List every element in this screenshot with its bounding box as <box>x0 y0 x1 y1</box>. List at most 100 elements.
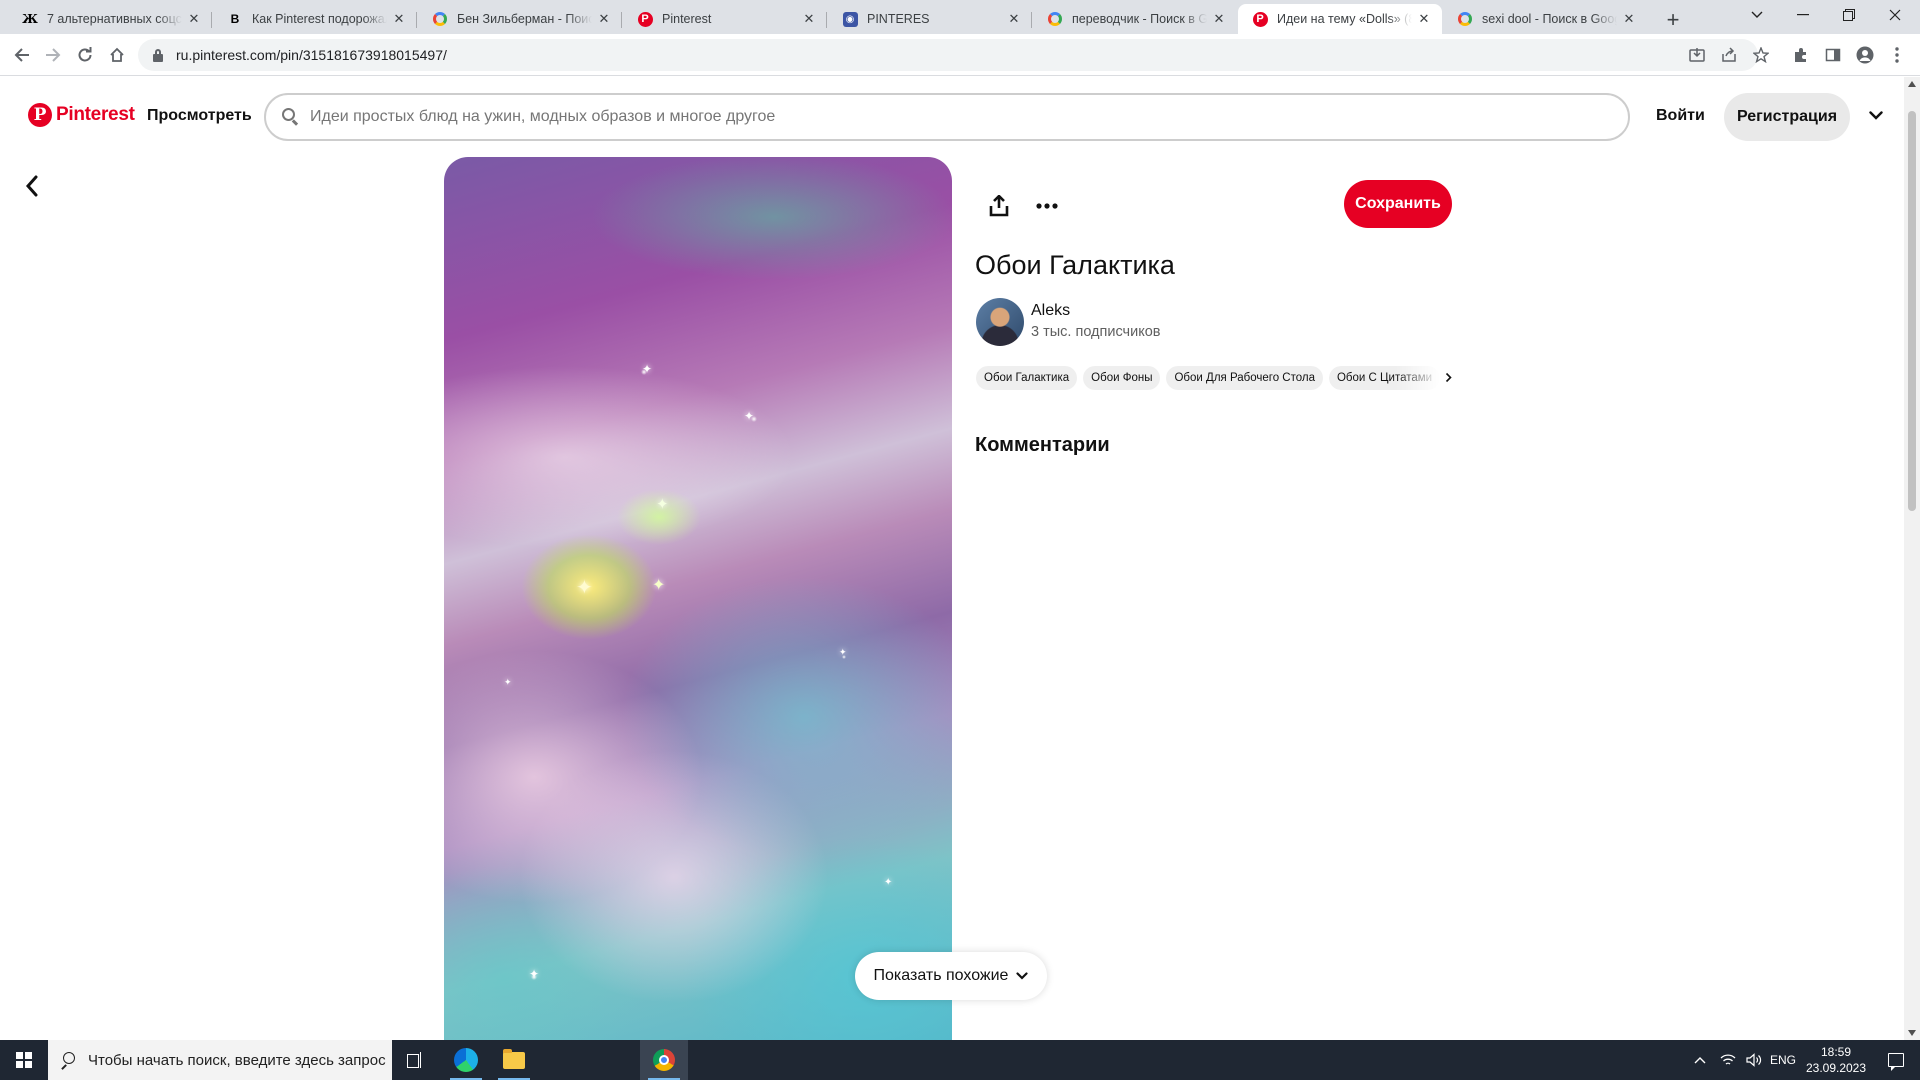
tab-separator <box>1031 12 1032 28</box>
address-bar[interactable]: ru.pinterest.com/pin/315181673918015497/ <box>138 39 1758 71</box>
browser-tab[interactable]: переводчик - Поиск в Google ✕ <box>1033 4 1237 34</box>
pin-title: Обои Галактика <box>975 250 1175 280</box>
scroll-up-arrow-icon[interactable] <box>1908 81 1916 87</box>
show-similar-button[interactable]: Показать похожие <box>855 952 1047 1000</box>
tag-chip[interactable]: Обои Фоны <box>1083 366 1161 390</box>
tab-separator <box>826 12 827 28</box>
extensions-puzzle-icon[interactable] <box>1790 44 1812 66</box>
windows-taskbar: Чтобы начать поиск, введите здесь запрос… <box>0 1040 1920 1080</box>
network-wifi-icon[interactable] <box>1720 1040 1736 1080</box>
back-chevron-icon[interactable] <box>18 172 46 200</box>
close-icon[interactable]: ✕ <box>801 11 817 27</box>
star-sparkle: ✦ <box>529 967 540 981</box>
windows-start-icon[interactable] <box>0 1040 48 1080</box>
close-icon[interactable]: ✕ <box>1621 11 1637 27</box>
new-tab-plus-icon[interactable]: + <box>1660 7 1686 33</box>
forward-arrow-icon[interactable] <box>40 42 66 68</box>
search-input[interactable] <box>310 108 1628 126</box>
scrollbar-thumb[interactable] <box>1908 111 1916 511</box>
follower-count: 3 тыс. подписчиков <box>1031 324 1161 340</box>
tab-title: Идеи на тему «Dolls» (81) <box>1277 12 1412 26</box>
tag-chip[interactable]: Обои Для Рабочего Стола <box>1166 366 1323 390</box>
signup-button[interactable]: Регистрация <box>1724 93 1850 141</box>
clock-time: 18:59 <box>1820 1045 1852 1059</box>
pinterest-header: P Pinterest Просмотреть Войти Регистраци… <box>0 77 1904 157</box>
restore-icon[interactable] <box>1826 0 1872 30</box>
close-icon[interactable]: ✕ <box>391 11 407 27</box>
reload-icon[interactable] <box>72 42 98 68</box>
side-panel-icon[interactable] <box>1822 44 1844 66</box>
close-icon[interactable]: ✕ <box>186 11 202 27</box>
tag-chip[interactable]: Обои С Цитатами <box>1328 366 1441 390</box>
browser-tab[interactable]: P Pinterest ✕ <box>623 4 827 34</box>
chevron-right-icon[interactable] <box>1440 367 1456 387</box>
logo-text: Pinterest <box>56 104 135 125</box>
pinterest-icon: P <box>1252 11 1268 27</box>
pin-image[interactable]: ✦ ✦ ✦ ✦ ✦ ✦ ✦ ✦ ✦ <box>444 157 952 1040</box>
avatar[interactable] <box>976 298 1024 346</box>
tab-title: PINTERES <box>867 12 930 26</box>
tab-search-chevron-icon[interactable] <box>1734 0 1780 30</box>
taskbar-search-box[interactable]: Чтобы начать поиск, введите здесь запрос <box>48 1040 392 1080</box>
login-button[interactable]: Войти <box>1656 107 1705 125</box>
show-hidden-icons-chevron-icon[interactable] <box>1694 1040 1706 1080</box>
star-sparkle: ✦ <box>652 577 666 594</box>
author-name[interactable]: Aleks <box>1031 302 1070 320</box>
notification-center-icon[interactable] <box>1872 1040 1920 1080</box>
comments-heading: Комментарии <box>975 434 1110 456</box>
pinterest-logo-icon: P <box>28 103 52 127</box>
close-icon[interactable]: ✕ <box>1416 11 1432 27</box>
file-explorer-icon[interactable] <box>490 1040 538 1080</box>
address-url[interactable]: ru.pinterest.com/pin/315181673918015497/ <box>176 47 447 63</box>
page-scrollbar[interactable] <box>1904 77 1920 1040</box>
input-language-indicator[interactable]: ENG <box>1770 1040 1796 1080</box>
chrome-browser-icon[interactable] <box>640 1040 688 1080</box>
profile-avatar-icon[interactable] <box>1854 44 1876 66</box>
search-icon <box>282 108 300 126</box>
browser-tab[interactable]: ◉ PINTERES ✕ <box>828 4 1032 34</box>
minimize-icon[interactable] <box>1780 0 1826 30</box>
browser-tab[interactable]: B Как Pinterest подорожал ✕ <box>213 4 417 34</box>
more-options-icon[interactable] <box>1030 189 1064 223</box>
edge-browser-icon[interactable] <box>442 1040 490 1080</box>
browser-menu-kebab-icon[interactable] <box>1886 44 1908 66</box>
browser-tab[interactable]: Бен Зильберман - Поиск в Google ✕ <box>418 4 622 34</box>
tab-title: Pinterest <box>662 12 712 26</box>
close-window-icon[interactable] <box>1872 0 1918 30</box>
close-icon[interactable]: ✕ <box>596 11 612 27</box>
star-sparkle: ✦ <box>839 647 847 657</box>
browser-tab-active[interactable]: P Идеи на тему «Dolls» (81) ✕ <box>1238 4 1442 34</box>
explore-link[interactable]: Просмотреть <box>147 107 252 125</box>
task-view-icon[interactable] <box>392 1040 440 1080</box>
tab-separator <box>416 12 417 28</box>
lock-icon[interactable] <box>152 48 164 62</box>
close-icon[interactable]: ✕ <box>1006 11 1022 27</box>
home-icon[interactable] <box>104 42 130 68</box>
show-similar-label: Показать похожие <box>873 967 1009 984</box>
save-button[interactable]: Сохранить <box>1344 180 1452 228</box>
install-app-icon[interactable] <box>1686 44 1708 66</box>
close-icon[interactable]: ✕ <box>1211 11 1227 27</box>
tag-chip[interactable]: Обои Галактика <box>976 366 1078 390</box>
pinteres-icon: ◉ <box>842 11 858 27</box>
bookmark-star-icon[interactable] <box>1750 44 1772 66</box>
share-page-icon[interactable] <box>1718 44 1740 66</box>
system-clock[interactable]: 18:59 23.09.2023 <box>1800 1044 1872 1076</box>
browser-tab[interactable]: Ж 7 альтернативных соцсетей ✕ <box>8 4 212 34</box>
back-arrow-icon[interactable] <box>9 42 35 68</box>
scroll-down-arrow-icon[interactable] <box>1908 1030 1916 1036</box>
pinterest-logo[interactable]: P Pinterest <box>28 103 135 127</box>
tag-chip-list: Обои Галактика Обои Фоны Обои Для Рабоче… <box>976 366 1458 390</box>
tab-title: 7 альтернативных соцсетей <box>47 12 182 26</box>
volume-speaker-icon[interactable] <box>1746 1040 1762 1080</box>
star-sparkle: ✦ <box>884 877 893 888</box>
chevron-down-icon <box>1016 972 1029 980</box>
chevron-down-icon[interactable] <box>1866 105 1886 125</box>
tab-title: переводчик - Поиск в Google <box>1072 12 1207 26</box>
browser-tab-strip: Ж 7 альтернативных соцсетей ✕ B Как Pint… <box>0 0 1920 34</box>
browser-tab[interactable]: sexi dool - Поиск в Google ✕ <box>1443 4 1647 34</box>
share-icon[interactable] <box>982 189 1016 223</box>
tab-separator <box>621 12 622 28</box>
tab-title: sexi dool - Поиск в Google <box>1482 12 1617 26</box>
search-bar[interactable] <box>264 93 1630 141</box>
